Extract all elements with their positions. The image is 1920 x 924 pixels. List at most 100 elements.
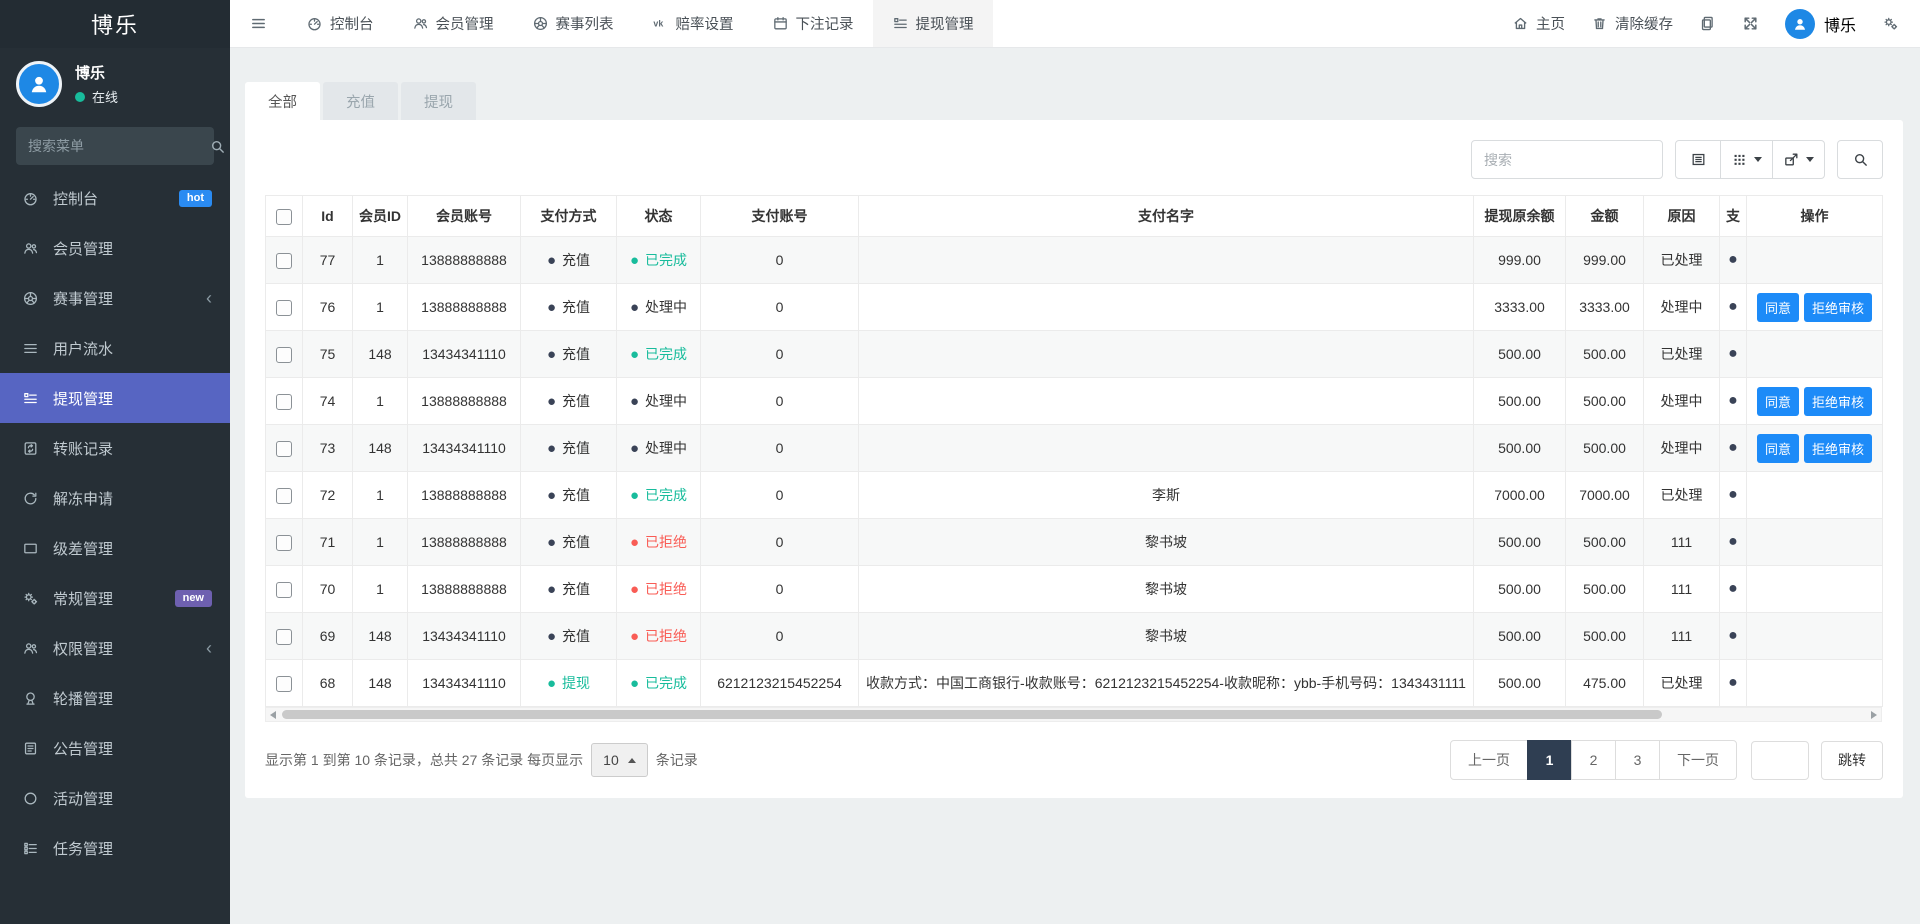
sidebar-item-控制台[interactable]: 控制台hot (0, 173, 230, 223)
topnav-item-下注记录[interactable]: 下注记录 (753, 0, 873, 47)
sidebar-item-label: 权限管理 (53, 638, 113, 659)
page-size-select[interactable]: 10 (591, 743, 648, 777)
new-badge: new (175, 590, 212, 607)
sidebar-item-常规管理[interactable]: 常规管理new (0, 573, 230, 623)
reject-button[interactable]: 拒绝审核 (1804, 387, 1872, 416)
column-header-Id: Id (303, 196, 353, 237)
cell-status: ●处理中 (617, 425, 701, 472)
row-checkbox[interactable] (276, 253, 292, 269)
cell-amount: 500.00 (1566, 519, 1644, 566)
search-button[interactable] (1837, 140, 1883, 179)
approve-button[interactable]: 同意 (1757, 387, 1799, 416)
settings-gears-icon[interactable] (1882, 15, 1899, 32)
cell-truncated: ● (1720, 613, 1747, 660)
scroll-left-arrow-icon[interactable] (270, 711, 276, 719)
cell-pay-type: ●提现 (521, 660, 617, 707)
select-all-checkbox[interactable] (276, 209, 292, 225)
sidebar-item-解冻申请[interactable]: 解冻申请 (0, 473, 230, 523)
gears-icon (22, 590, 40, 607)
search-icon[interactable] (209, 138, 226, 155)
dashboard-icon (306, 15, 323, 32)
scrollbar-thumb[interactable] (282, 710, 1662, 719)
bars-icon (22, 340, 40, 357)
topnav-item-会员管理[interactable]: 会员管理 (393, 0, 513, 47)
row-checkbox[interactable] (276, 394, 292, 410)
page-button-2[interactable]: 2 (1571, 740, 1616, 780)
sidebar-search-input[interactable] (28, 138, 209, 154)
scroll-right-arrow-icon[interactable] (1871, 711, 1877, 719)
next-page-button[interactable]: 下一页 (1659, 740, 1737, 780)
menu-toggle-icon[interactable] (230, 0, 287, 47)
sidebar-item-活动管理[interactable]: 活动管理 (0, 773, 230, 823)
tab-全部[interactable]: 全部 (245, 82, 320, 120)
column-header-支付方式: 支付方式 (521, 196, 617, 237)
row-checkbox[interactable] (276, 535, 292, 551)
page-button-3[interactable]: 3 (1615, 740, 1660, 780)
status-dot-icon: ● (1728, 580, 1738, 597)
tab-充值[interactable]: 充值 (323, 82, 398, 120)
toggle-view-button[interactable] (1675, 140, 1721, 179)
topnav-item-赔率设置[interactable]: vk赔率设置 (633, 0, 753, 47)
sidebar-item-权限管理[interactable]: 权限管理‹ (0, 623, 230, 673)
row-checkbox[interactable] (276, 347, 292, 363)
sidebar-search (16, 127, 214, 165)
status-dot-icon: ● (630, 628, 639, 645)
sidebar-item-赛事管理[interactable]: 赛事管理‹ (0, 273, 230, 323)
sidebar-item-label: 控制台 (53, 188, 98, 209)
sidebar-item-label: 轮播管理 (53, 688, 113, 709)
cell-pay-type: ●充值 (521, 472, 617, 519)
cell-pay-account: 0 (701, 331, 859, 378)
avatar (16, 61, 62, 107)
topnav-item-label: 赛事列表 (556, 13, 614, 34)
status-dot-icon: ● (547, 299, 556, 316)
fullscreen-icon[interactable] (1742, 15, 1759, 32)
sidebar: 博乐 博乐 在线 控制台hot会员管理赛事管理‹用户流水提现管理转账记录解冻申请… (0, 0, 230, 924)
tab-提现[interactable]: 提现 (401, 82, 476, 120)
reject-button[interactable]: 拒绝审核 (1804, 293, 1872, 322)
sidebar-item-轮播管理[interactable]: 轮播管理 (0, 673, 230, 723)
row-checkbox[interactable] (276, 629, 292, 645)
sidebar-item-公告管理[interactable]: 公告管理 (0, 723, 230, 773)
row-checkbox[interactable] (276, 582, 292, 598)
table-search-input[interactable] (1471, 140, 1663, 179)
row-checkbox[interactable] (276, 441, 292, 457)
sidebar-item-提现管理[interactable]: 提现管理 (0, 373, 230, 423)
jump-button[interactable]: 跳转 (1821, 741, 1883, 780)
horizontal-scrollbar[interactable] (265, 707, 1882, 722)
cell-pay-name: 黎书坡 (859, 519, 1474, 566)
row-checkbox[interactable] (276, 300, 292, 316)
row-checkbox[interactable] (276, 676, 292, 692)
topnav-item-提现管理[interactable]: 提现管理 (873, 0, 993, 47)
sidebar-item-任务管理[interactable]: 任务管理 (0, 823, 230, 873)
topnav-item-控制台[interactable]: 控制台 (287, 0, 393, 47)
user-menu[interactable]: 博乐 (1785, 9, 1856, 39)
jump-page-input[interactable] (1751, 741, 1809, 780)
approve-button[interactable]: 同意 (1757, 434, 1799, 463)
sidebar-item-转账记录[interactable]: 转账记录 (0, 423, 230, 473)
row-checkbox[interactable] (276, 488, 292, 504)
trash-icon (1591, 15, 1608, 32)
sidebar-item-用户流水[interactable]: 用户流水 (0, 323, 230, 373)
cell-pay-type: ●充值 (521, 566, 617, 613)
approve-button[interactable]: 同意 (1757, 293, 1799, 322)
copy-icon[interactable] (1699, 15, 1716, 32)
cell-id: 75 (303, 331, 353, 378)
cell-pay-type: ●充值 (521, 613, 617, 660)
columns-dropdown-button[interactable] (1720, 140, 1773, 179)
status-dot-icon: ● (547, 628, 556, 645)
status-dot-icon: ● (547, 487, 556, 504)
clear-cache-button[interactable]: 清除缓存 (1591, 13, 1673, 34)
sidebar-item-会员管理[interactable]: 会员管理 (0, 223, 230, 273)
reject-button[interactable]: 拒绝审核 (1804, 434, 1872, 463)
notice-icon (22, 740, 40, 757)
status-dot-icon: ● (630, 487, 639, 504)
export-dropdown-button[interactable] (1772, 140, 1825, 179)
home-link[interactable]: 主页 (1512, 13, 1565, 34)
status-dot-icon: ● (547, 393, 556, 410)
user-status: 在线 (75, 87, 118, 106)
page-button-group: 上一页123下一页 (1450, 740, 1737, 780)
page-button-1[interactable]: 1 (1527, 740, 1572, 780)
sidebar-item-级差管理[interactable]: 级差管理 (0, 523, 230, 573)
topnav-item-赛事列表[interactable]: 赛事列表 (513, 0, 633, 47)
prev-page-button[interactable]: 上一页 (1450, 740, 1528, 780)
